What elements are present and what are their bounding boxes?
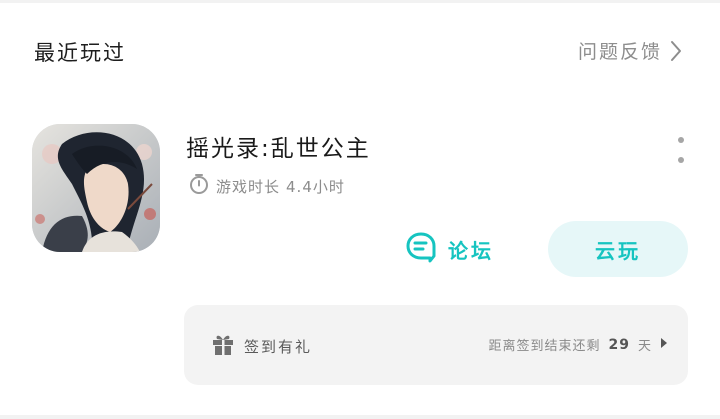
- feedback-link[interactable]: 问题反馈: [578, 37, 682, 64]
- forum-label: 论坛: [448, 239, 494, 263]
- game-app-icon[interactable]: [32, 124, 160, 252]
- checkin-banner[interactable]: 签到有礼 距离签到结束还剩 29 天: [184, 305, 688, 385]
- checkin-label: 签到有礼: [244, 337, 313, 356]
- gift-icon: [210, 331, 236, 361]
- recent-games-card: 最近玩过 问题反馈 摇光录:乱世公主 游戏时长 4.4小时 论坛 云玩 签到有礼…: [0, 3, 720, 415]
- playtime-value: 4.4小时: [286, 177, 345, 196]
- checkin-left: 签到有礼: [210, 331, 312, 361]
- more-vertical-icon[interactable]: [674, 137, 688, 163]
- stopwatch-icon: [188, 173, 210, 199]
- section-title: 最近玩过: [34, 41, 126, 65]
- countdown-suffix: 天: [637, 339, 652, 354]
- chat-bubble-icon: [404, 230, 438, 269]
- chevron-right-icon: [670, 40, 682, 62]
- cloud-play-button[interactable]: 云玩: [548, 221, 688, 277]
- game-title[interactable]: 摇光录:乱世公主: [186, 129, 371, 163]
- feedback-label: 问题反馈: [577, 41, 662, 63]
- playtime-label: 游戏时长: [216, 177, 281, 196]
- countdown-days: 29: [608, 336, 630, 353]
- caret-right-icon: [660, 337, 668, 353]
- cloud-play-label: 云玩: [595, 238, 641, 263]
- forum-button[interactable]: 论坛: [404, 230, 494, 269]
- countdown-prefix: 距离签到结束还剩: [488, 339, 601, 354]
- checkin-countdown: 距离签到结束还剩 29 天: [488, 335, 668, 354]
- playtime-row: 游戏时长 4.4小时: [188, 173, 345, 199]
